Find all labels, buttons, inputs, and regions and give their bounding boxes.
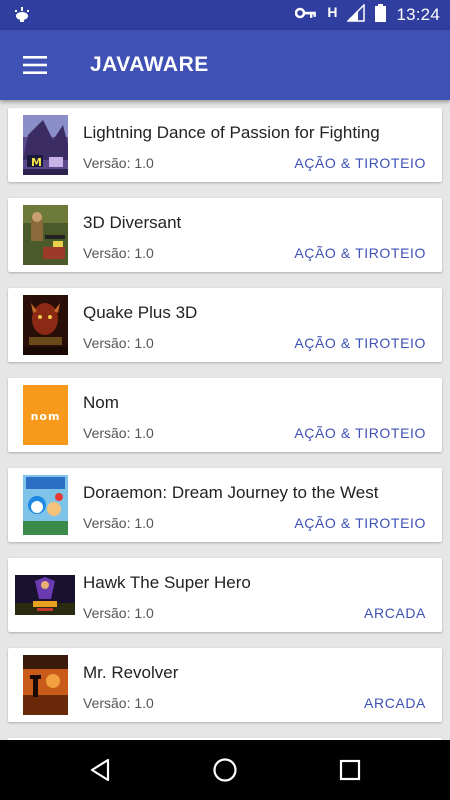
game-card-quake-plus-3d[interactable]: Quake Plus 3D Versão: 1.0 AÇÃO & TIROTEI… — [8, 288, 442, 362]
game-category-link[interactable]: AÇÃO & TIROTEIO — [294, 245, 426, 261]
game-thumbnail: M — [23, 115, 68, 175]
game-category-link[interactable]: ARCADA — [364, 605, 426, 621]
back-button[interactable] — [80, 750, 120, 790]
game-category-link[interactable]: ARCADA — [364, 695, 426, 711]
game-version: Versão: 1.0 — [83, 155, 154, 171]
signal-icon — [346, 2, 366, 27]
game-version: Versão: 1.0 — [83, 335, 154, 351]
game-card-lightning-dance[interactable]: M Lightning Dance of Passion for Fightin… — [8, 108, 442, 182]
game-category-link[interactable]: AÇÃO & TIROTEIO — [294, 155, 426, 171]
game-title: 3D Diversant — [83, 213, 182, 232]
menu-button[interactable] — [14, 44, 56, 86]
home-icon — [213, 758, 237, 782]
hamburger-menu-icon — [23, 56, 47, 74]
nom-logo: nom — [31, 410, 61, 423]
game-version: Versão: 1.0 — [83, 515, 154, 531]
game-category-link[interactable]: AÇÃO & TIROTEIO — [294, 515, 426, 531]
android-debug-icon — [12, 6, 32, 29]
app-title: JAVAWARE — [90, 53, 209, 76]
game-title: Doraemon: Dream Journey to the West — [83, 483, 379, 502]
game-thumbnail: nom — [23, 385, 68, 445]
game-card-hawk[interactable]: Hawk The Super Hero Versão: 1.0 ARCADA — [8, 558, 442, 632]
recents-icon — [339, 759, 361, 781]
recents-button[interactable] — [330, 750, 370, 790]
game-category-link[interactable]: AÇÃO & TIROTEIO — [294, 335, 426, 351]
game-card-mr-revolver[interactable]: Mr. Revolver Versão: 1.0 ARCADA — [8, 648, 442, 722]
app-bar: JAVAWARE — [0, 30, 450, 100]
status-bar: H 13:24 — [0, 0, 450, 30]
game-title: Quake Plus 3D — [83, 303, 198, 322]
game-title: Hawk The Super Hero — [83, 573, 251, 592]
battery-icon — [375, 3, 387, 27]
game-category-link[interactable]: AÇÃO & TIROTEIO — [294, 425, 426, 441]
navigation-bar — [0, 740, 450, 800]
svg-text:M: M — [31, 156, 42, 169]
game-card-3d-diversant[interactable]: 3D Diversant Versão: 1.0 AÇÃO & TIROTEIO — [8, 198, 442, 272]
game-version: Versão: 1.0 — [83, 245, 154, 261]
game-thumbnail — [23, 295, 68, 355]
game-thumbnail — [23, 475, 68, 535]
game-version: Versão: 1.0 — [83, 605, 154, 621]
game-list[interactable]: M Lightning Dance of Passion for Fightin… — [0, 100, 450, 740]
game-title: Mr. Revolver — [83, 663, 179, 682]
game-card-doraemon[interactable]: Doraemon: Dream Journey to the West Vers… — [8, 468, 442, 542]
network-type-label: H — [327, 4, 338, 20]
back-icon — [90, 758, 110, 782]
game-thumbnail — [23, 655, 68, 715]
vpn-key-icon — [295, 5, 317, 25]
game-thumbnail — [23, 205, 68, 265]
game-title: Nom — [83, 393, 119, 412]
game-thumbnail — [15, 575, 75, 615]
game-version: Versão: 1.0 — [83, 425, 154, 441]
game-card-nom[interactable]: nom Nom Versão: 1.0 AÇÃO & TIROTEIO — [8, 378, 442, 452]
home-button[interactable] — [205, 750, 245, 790]
game-title: Lightning Dance of Passion for Fighting — [83, 123, 380, 142]
game-version: Versão: 1.0 — [83, 695, 154, 711]
clock: 13:24 — [396, 5, 440, 24]
